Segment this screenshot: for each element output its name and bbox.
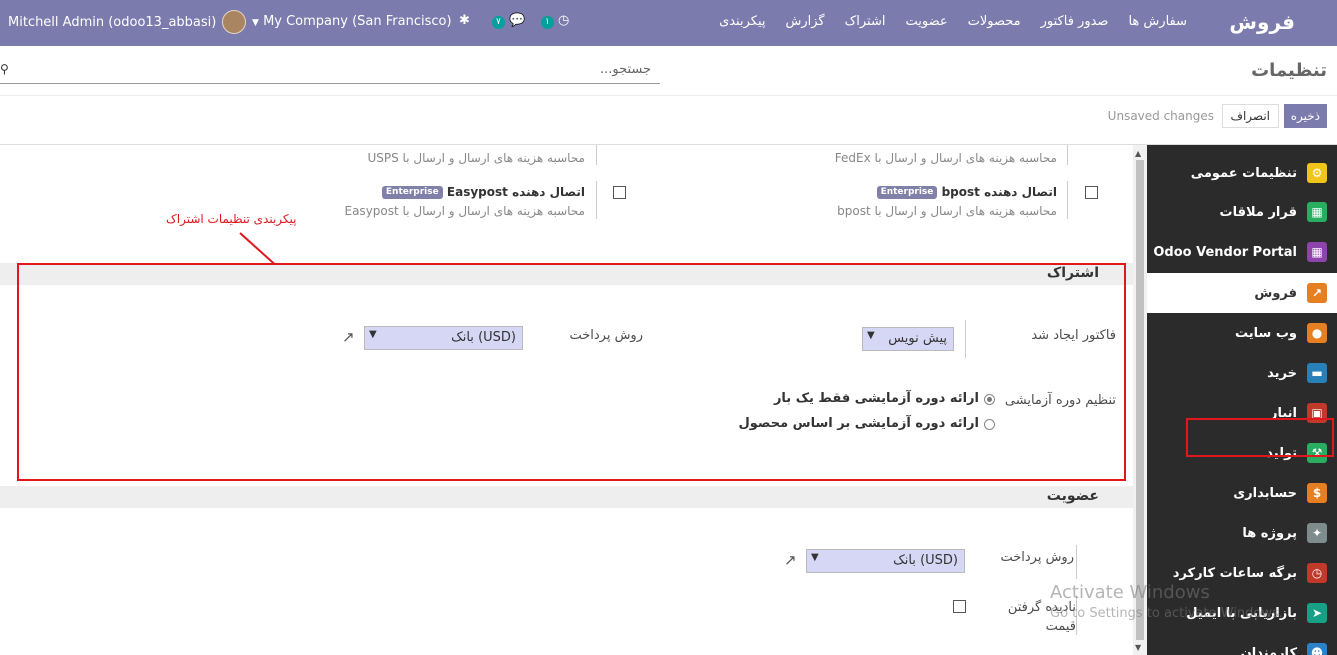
dollar-icon: $ (1307, 483, 1327, 503)
enterprise-badge: Enterprise (381, 186, 443, 199)
search-icon[interactable]: ⚲ (0, 62, 9, 76)
easypost-description: محاسبه هزینه های ارسال و ارسال با Easypo… (344, 204, 586, 218)
sidebar-item-label: Odoo Vendor Portal (1153, 244, 1297, 260)
external-link-icon[interactable]: ↗ (784, 551, 797, 569)
sidebar-item-label: پروژه ها (1242, 525, 1297, 541)
menu-configuration[interactable]: پیکربندی (719, 14, 765, 29)
calendar-icon: ▦ (1307, 202, 1327, 222)
usps-description: محاسبه هزینه های ارسال و ارسال با USPS (367, 151, 585, 165)
grid-icon: ▦ (1307, 242, 1327, 262)
page-title: تنظیمات (1251, 60, 1327, 81)
sidebar-item-label: کارمندان (1240, 645, 1297, 655)
sidebar-item-label: وب سایت (1235, 325, 1297, 341)
menu-membership[interactable]: عضویت (905, 14, 947, 29)
subscription-highlight-box (17, 263, 1126, 481)
windows-activation-watermark-sub: Go to Settings to activate Windows. (1050, 606, 1283, 621)
windows-activation-watermark: Activate Windows (1050, 582, 1210, 603)
divider (1067, 181, 1068, 219)
sidebar-item-appointments[interactable]: ▦ قرار ملاقات (1147, 192, 1337, 232)
membership-payment-method-label: روش پرداخت (1000, 550, 1074, 565)
easypost-checkbox[interactable] (613, 186, 626, 199)
search-input[interactable] (0, 58, 660, 84)
membership-payment-method-select[interactable]: بانک (USD) ▼ (806, 549, 965, 573)
company-name: My Company (San Francisco) (263, 14, 452, 29)
caret-down-icon: ▼ (811, 552, 819, 563)
sidebar-item-projects[interactable]: ✦ پروژه ها (1147, 513, 1337, 553)
menu-orders[interactable]: سفارش ها (1128, 14, 1187, 29)
app-brand[interactable]: فروش (1229, 10, 1295, 34)
debug-bug-icon[interactable]: ✱ (459, 13, 470, 28)
user-name: Mitchell Admin (odoo13_abbasi) (8, 14, 217, 30)
settings-sidebar: ⚙ تنظیمات عمومی ▦ قرار ملاقات ▦ Odoo Ven… (1147, 145, 1337, 655)
scroll-down-arrow-icon[interactable]: ▼ (1135, 643, 1141, 652)
sidebar-item-vendor-portal[interactable]: ▦ Odoo Vendor Portal (1147, 232, 1337, 272)
chat-icon[interactable]: ۷ 💬 (492, 13, 525, 29)
main-menu: سفارش ها صدور فاکتور محصولات عضویت اشترا… (719, 14, 1187, 29)
divider (1076, 545, 1077, 579)
chart-icon: ↗ (1307, 283, 1327, 303)
divider (1067, 145, 1068, 165)
sidebar-item-employees[interactable]: ☻ کارمندان (1147, 633, 1337, 655)
top-navbar: فروش سفارش ها صدور فاکتور محصولات عضویت … (0, 0, 1337, 46)
sidebar-item-label: قرار ملاقات (1219, 204, 1297, 220)
menu-reporting[interactable]: گزارش (786, 14, 825, 29)
sidebar-item-website[interactable]: ● وب سایت (1147, 313, 1337, 353)
fedex-description: محاسبه هزینه های ارسال و ارسال با FedEx (834, 151, 1057, 165)
caret-down-icon: ▼ (252, 18, 259, 28)
gear-icon: ⚙ (1307, 163, 1327, 183)
scroll-up-arrow-icon[interactable]: ▲ (1135, 149, 1141, 158)
search-placeholder: جستجو... (600, 62, 652, 77)
sales-highlight-box (1186, 418, 1334, 457)
sidebar-item-sales[interactable]: ↗ فروش (1147, 273, 1337, 313)
sidebar-item-label: برگه ساعات کارکرد (1172, 565, 1297, 581)
sidebar-item-label: خرید (1267, 365, 1297, 381)
sidebar-item-label: تنظیمات عمومی (1190, 165, 1297, 181)
sidebar-item-general-settings[interactable]: ⚙ تنظیمات عمومی (1147, 153, 1337, 193)
bpost-title: اتصال دهنده bpost Enterprise (873, 185, 1057, 199)
sidebar-item-label: حسابداری (1233, 485, 1297, 501)
discard-button[interactable]: انصراف (1221, 104, 1279, 128)
save-button[interactable]: ذخیره (1283, 104, 1327, 128)
menu-invoicing[interactable]: صدور فاکتور (1041, 14, 1109, 29)
sidebar-item-label: فروش (1254, 285, 1297, 301)
unsaved-changes-label: Unsaved changes (1107, 109, 1214, 123)
globe-icon: ● (1307, 323, 1327, 343)
send-icon: ➤ (1307, 603, 1327, 623)
settings-content: محاسبه هزینه های ارسال و ارسال با FedEx … (0, 145, 1133, 655)
people-icon: ☻ (1307, 643, 1327, 655)
menu-subscription[interactable]: اشتراک (845, 14, 886, 29)
card-icon: ▬ (1307, 363, 1327, 383)
annotation-label: پیکربندی تنظیمات اشتراک (166, 212, 297, 226)
section-header-membership (0, 486, 1133, 508)
company-switcher[interactable]: ▼ My Company (San Francisco) (252, 14, 452, 29)
sidebar-item-purchase[interactable]: ▬ خرید (1147, 353, 1337, 393)
timer-icon: ◷ (1307, 563, 1327, 583)
easypost-title: اتصال دهنده Easypost Enterprise (378, 185, 585, 199)
section-title-membership: عضویت (1046, 488, 1099, 504)
membership-payment-method-value: بانک (USD) (893, 553, 958, 568)
user-menu[interactable]: Mitchell Admin (odoo13_abbasi) (8, 10, 247, 34)
sidebar-item-accounting[interactable]: $ حسابداری (1147, 473, 1337, 513)
bpost-description: محاسبه هزینه های ارسال و ارسال با bpost (837, 204, 1057, 218)
easypost-title-text: اتصال دهنده Easypost (446, 185, 585, 199)
ignore-price-checkbox[interactable] (953, 600, 966, 613)
menu-products[interactable]: محصولات (968, 14, 1021, 29)
activity-icon[interactable]: ۱ ◷ (541, 13, 569, 29)
divider (596, 181, 597, 219)
puzzle-icon: ✦ (1307, 523, 1327, 543)
scrollbar-thumb[interactable] (1136, 160, 1144, 640)
divider (596, 145, 597, 165)
bpost-checkbox[interactable] (1085, 186, 1098, 199)
bpost-title-text: اتصال دهنده bpost (941, 185, 1057, 199)
ignore-price-label-line2: قیمت (1045, 619, 1076, 634)
enterprise-badge: Enterprise (876, 186, 938, 199)
avatar (222, 10, 247, 34)
divider (0, 95, 1337, 96)
